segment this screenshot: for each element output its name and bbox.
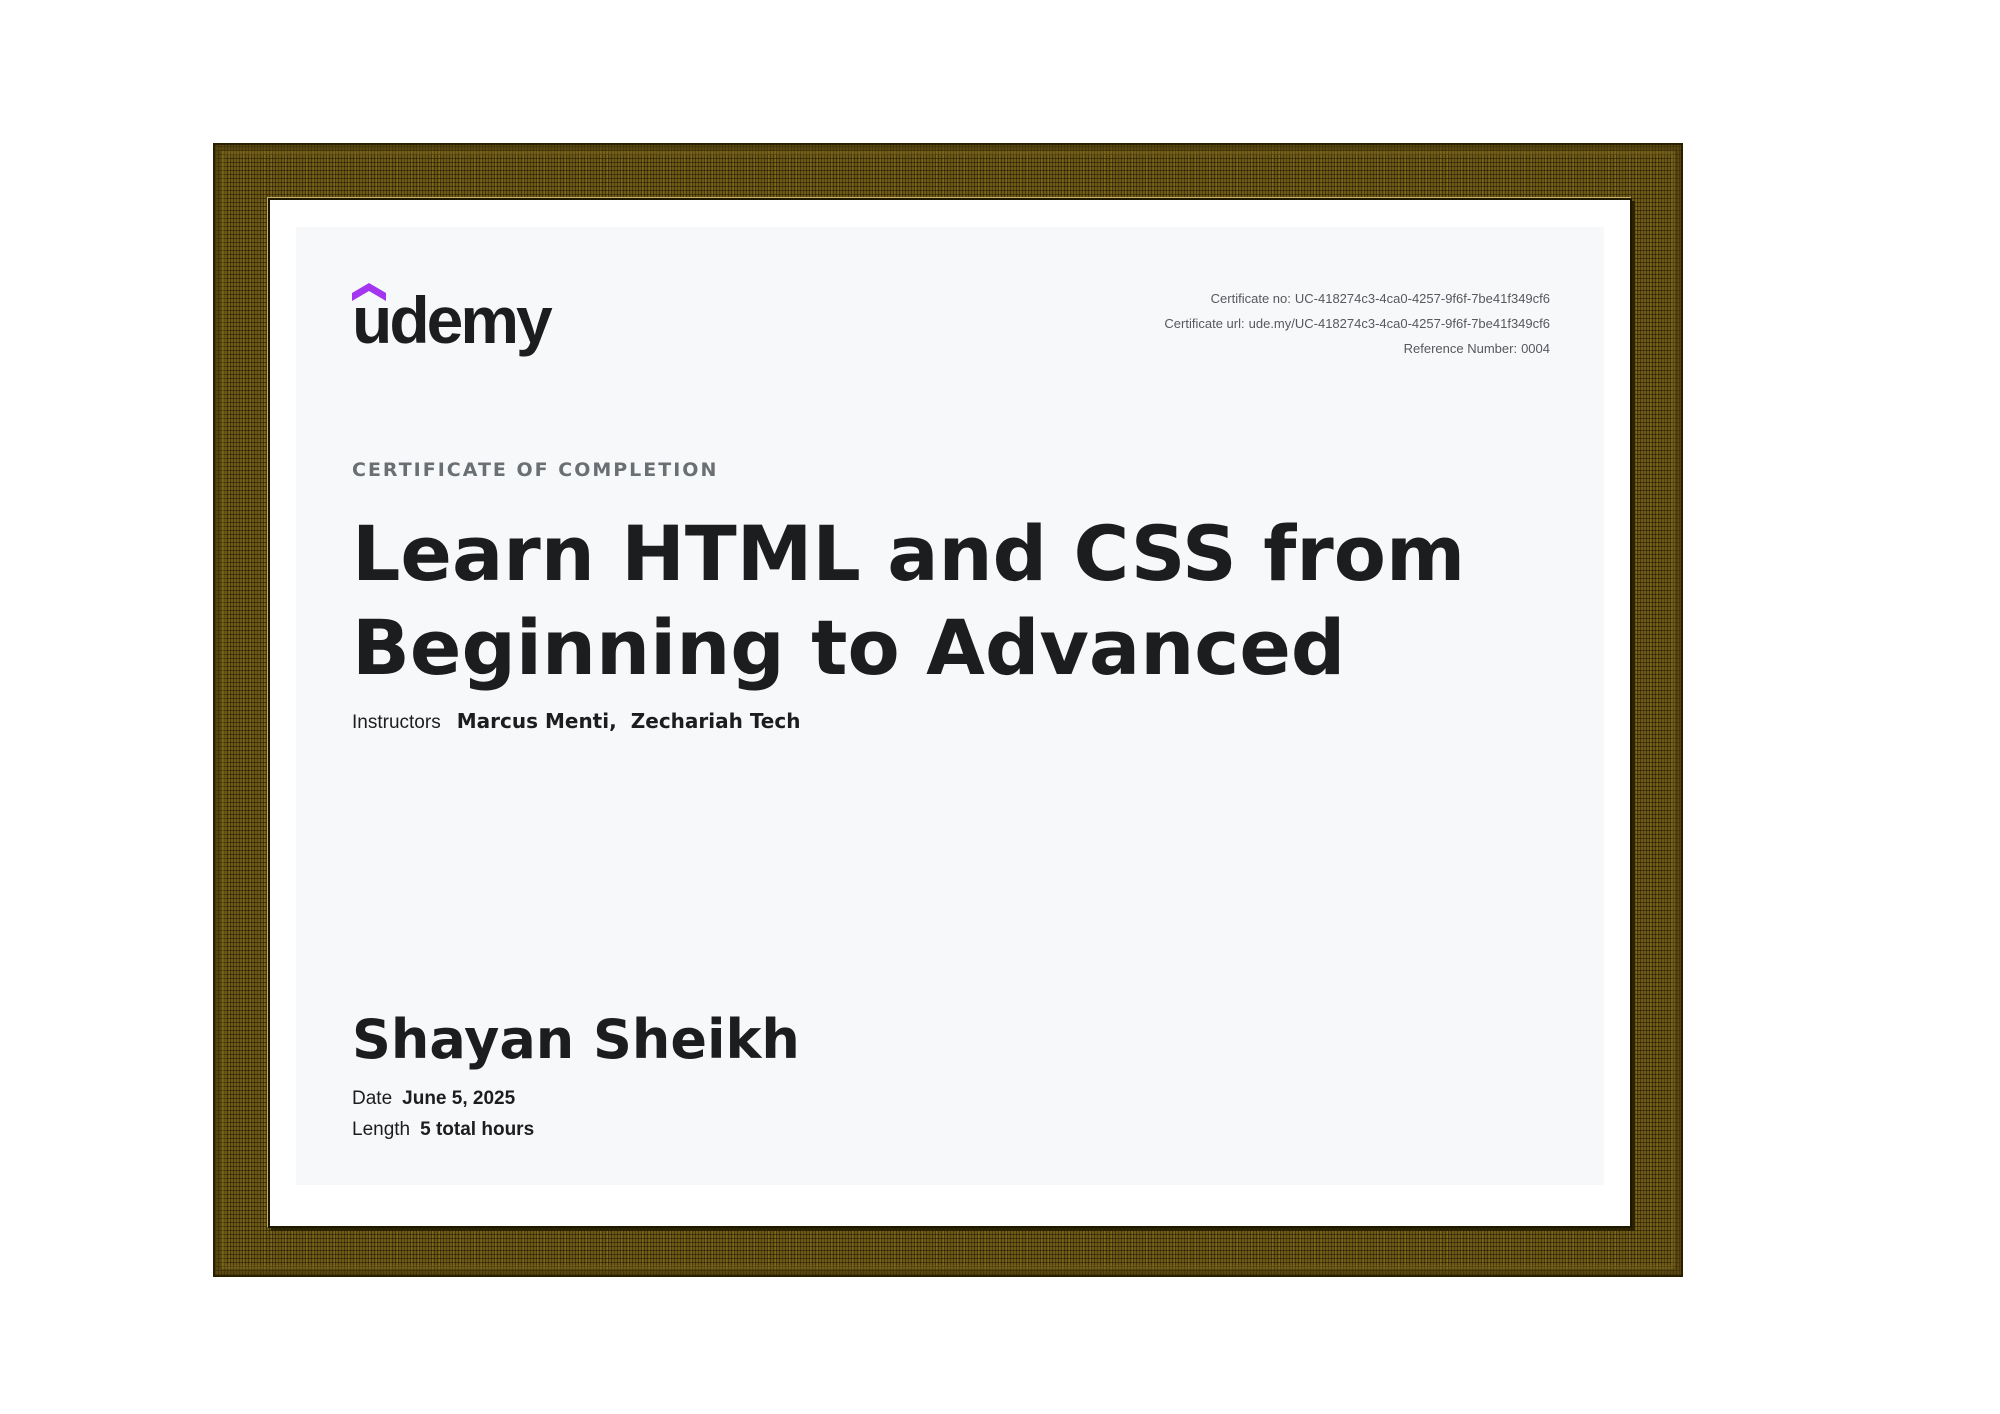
instructors-line: Instructors Marcus Menti, Zechariah Tech bbox=[352, 709, 800, 734]
length-line: Length 5 total hours bbox=[352, 1114, 534, 1145]
reference-number-line: Reference Number: 0004 bbox=[1164, 336, 1550, 361]
instructor-name: Marcus Menti, bbox=[456, 709, 617, 733]
date-line: Date June 5, 2025 bbox=[352, 1083, 534, 1114]
recipient-name: Shayan Sheikh bbox=[352, 1008, 800, 1071]
certificate-url-line: Certificate url: ude.my/UC-418274c3-4ca0-… bbox=[1164, 311, 1550, 336]
instructor-name: Zechariah Tech bbox=[630, 709, 801, 733]
certificate-mat: udemy Certificate no: UC-418274c3-4ca0-42… bbox=[268, 198, 1632, 1228]
certificate-url: ude.my/UC-418274c3-4ca0-4257-9f6f-7be41f… bbox=[1248, 316, 1550, 331]
certificate-url-label: Certificate url: bbox=[1164, 316, 1245, 331]
udemy-logo-wordmark: udemy bbox=[352, 283, 553, 357]
length-label: Length bbox=[352, 1119, 411, 1140]
completion-date: June 5, 2025 bbox=[402, 1088, 516, 1109]
certificate-number-line: Certificate no: UC-418274c3-4ca0-4257-9f6… bbox=[1164, 286, 1550, 311]
certificate-meta: Certificate no: UC-418274c3-4ca0-4257-9f6… bbox=[1164, 286, 1550, 361]
date-label: Date bbox=[352, 1088, 393, 1109]
certificate-paper: udemy Certificate no: UC-418274c3-4ca0-42… bbox=[296, 227, 1604, 1185]
certificate-number-label: Certificate no: bbox=[1210, 291, 1291, 306]
instructors-label: Instructors bbox=[352, 712, 441, 733]
completion-details: Date June 5, 2025 Length 5 total hours bbox=[352, 1083, 534, 1145]
certificate-number: UC-418274c3-4ca0-4257-9f6f-7be41f349cf6 bbox=[1294, 291, 1550, 306]
course-title: Learn HTML and CSS from Beginning to Adv… bbox=[352, 509, 1466, 692]
certificate-frame: udemy Certificate no: UC-418274c3-4ca0-42… bbox=[213, 143, 1683, 1277]
udemy-logo: udemy bbox=[352, 281, 582, 371]
course-length: 5 total hours bbox=[420, 1119, 535, 1140]
reference-number: 0004 bbox=[1521, 341, 1550, 356]
reference-number-label: Reference Number: bbox=[1403, 341, 1518, 356]
certificate-eyebrow: CERTIFICATE OF COMPLETION bbox=[352, 459, 719, 481]
